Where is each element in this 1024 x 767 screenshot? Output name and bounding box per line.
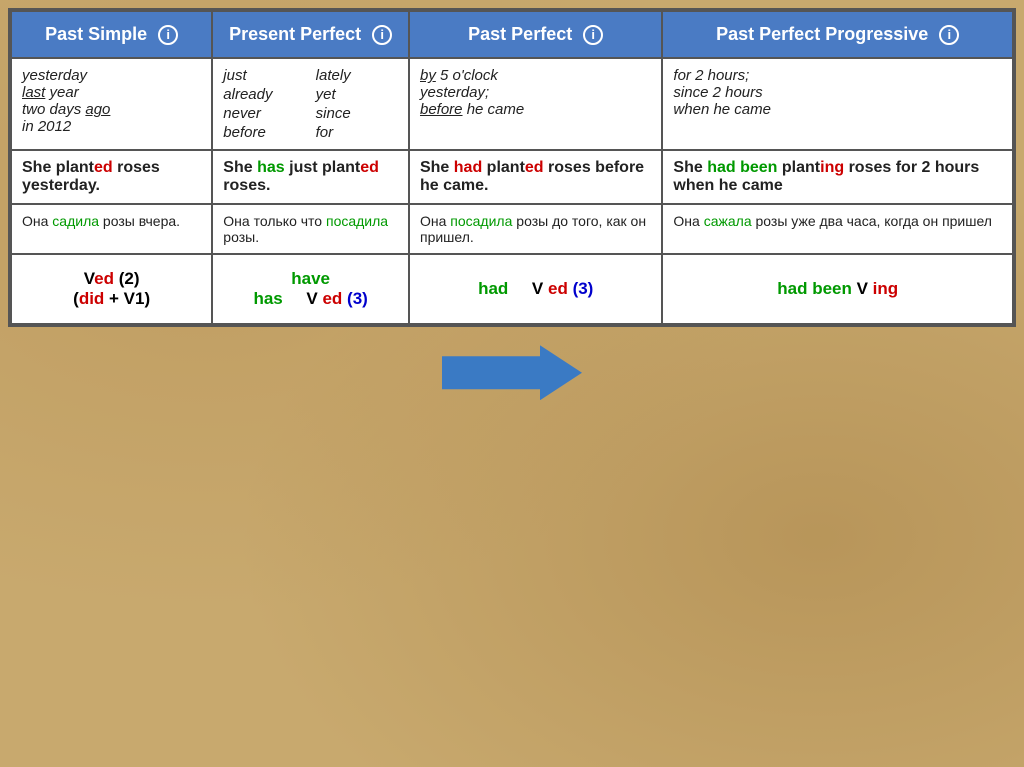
adverb-row: yesterday last year two days ago in 2012…: [11, 58, 1013, 150]
example-cell-4: She had been planting roses for 2 hours …: [662, 150, 1013, 204]
formula-cell-4: had been V ing: [662, 254, 1013, 324]
formula-cell-2: have has V ed (3): [212, 254, 409, 324]
grammar-table: Past Simple i Present Perfect i Past Per…: [8, 8, 1016, 327]
present-perfect-label: Present Perfect: [229, 24, 361, 44]
direction-arrow: [442, 345, 582, 400]
past-simple-label: Past Simple: [45, 24, 147, 44]
example-cell-3: She had planted roses before he came.: [409, 150, 662, 204]
info-icon-3[interactable]: i: [583, 25, 603, 45]
example-row: She planted roses yesterday. She has jus…: [11, 150, 1013, 204]
header-past-perfect: Past Perfect i: [409, 11, 662, 58]
adverb-cell-1: yesterday last year two days ago in 2012: [11, 58, 212, 150]
russian-cell-2: Она только что посадила розы.: [212, 204, 409, 254]
header-row: Past Simple i Present Perfect i Past Per…: [11, 11, 1013, 58]
info-icon-2[interactable]: i: [372, 25, 392, 45]
adverb-cell-3: by 5 o'clock yesterday; before he came: [409, 58, 662, 150]
formula-cell-3: had V ed (3): [409, 254, 662, 324]
adverb-cell-2: just lately already yet never since befo…: [212, 58, 409, 150]
past-perfect-label: Past Perfect: [468, 24, 572, 44]
russian-row: Она садила розы вчера. Она только что по…: [11, 204, 1013, 254]
arrow-section: [8, 327, 1016, 410]
formula-cell-1: Ved (2)(did + V1): [11, 254, 212, 324]
past-perfect-progressive-label: Past Perfect Progressive: [716, 24, 928, 44]
info-icon-1[interactable]: i: [158, 25, 178, 45]
example-cell-1: She planted roses yesterday.: [11, 150, 212, 204]
russian-cell-3: Она посадила розы до того, как он пришел…: [409, 204, 662, 254]
adverb-cell-4: for 2 hours; since 2 hours when he came: [662, 58, 1013, 150]
header-past-simple: Past Simple i: [11, 11, 212, 58]
adverb-grid-2: just lately already yet never since befo…: [223, 67, 398, 141]
info-icon-4[interactable]: i: [939, 25, 959, 45]
example-cell-2: She has just planted roses.: [212, 150, 409, 204]
header-past-perfect-progressive: Past Perfect Progressive i: [662, 11, 1013, 58]
formula-row: Ved (2)(did + V1) have has V ed (3) had …: [11, 254, 1013, 324]
adverb-list-1: yesterday last year two days ago in 2012: [22, 67, 201, 135]
header-present-perfect: Present Perfect i: [212, 11, 409, 58]
russian-cell-4: Она сажала розы уже два часа, когда он п…: [662, 204, 1013, 254]
russian-cell-1: Она садила розы вчера.: [11, 204, 212, 254]
